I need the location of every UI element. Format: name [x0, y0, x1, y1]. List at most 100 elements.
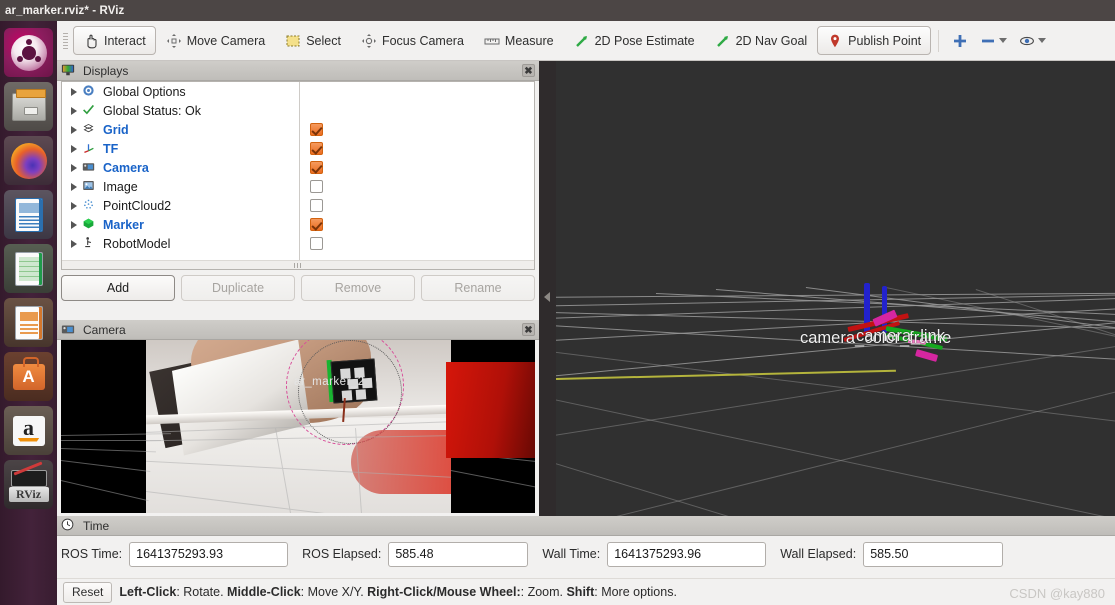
display-item-camera[interactable]: Camera [62, 158, 299, 177]
tool-2d-pose-estimate[interactable]: 2D Pose Estimate [564, 26, 705, 55]
launcher-item-firefox[interactable] [4, 136, 53, 185]
displays-monitor-icon [61, 63, 77, 79]
remove-tool-button[interactable] [974, 28, 1013, 54]
grid-enabled-checkbox[interactable] [310, 123, 323, 136]
display-item-global-options[interactable]: Global Options [62, 82, 299, 101]
chevron-down-icon[interactable] [1038, 38, 1047, 43]
marker-cube-icon [82, 217, 98, 233]
launcher-item-software-center[interactable] [4, 352, 53, 401]
ros-time-input[interactable]: 1641375293.93 [129, 541, 289, 567]
rviz-icon: RViz [8, 460, 49, 502]
reset-button[interactable]: Reset [63, 581, 113, 603]
display-label: RobotModel [103, 236, 171, 251]
duplicate-display-button[interactable]: Duplicate [181, 275, 295, 301]
tool-move-camera[interactable]: Move Camera [156, 26, 276, 55]
nav-goal-arrow-icon [715, 33, 731, 49]
expand-triangle-icon[interactable] [71, 125, 77, 134]
display-item-tf[interactable]: TF [62, 139, 299, 158]
close-icon[interactable]: ✖ [522, 64, 535, 77]
camera-enabled-checkbox[interactable] [310, 161, 323, 174]
robot-icon [82, 236, 98, 252]
toolbar-separator [938, 29, 940, 52]
status-hint-text: Left-Click: Rotate. Middle-Click: Move X… [119, 585, 677, 599]
ros-elapsed-input[interactable]: 585.48 [388, 541, 529, 567]
display-item-pointcloud2[interactable]: PointCloud2 [62, 196, 299, 215]
wall-time-input[interactable]: 1641375293.96 [607, 541, 767, 567]
tool-interact[interactable]: Interact [73, 26, 156, 55]
tool-2d-pose-estimate-label: 2D Pose Estimate [594, 33, 695, 48]
tool-select[interactable]: Select [275, 26, 351, 55]
expand-triangle-icon[interactable] [71, 163, 77, 172]
tf-enabled-checkbox[interactable] [310, 142, 323, 155]
presentation-icon [14, 305, 43, 340]
rename-display-button[interactable]: Rename [421, 275, 535, 301]
tool-publish-point-label: Publish Point [848, 33, 922, 48]
clock-icon [61, 518, 77, 534]
expand-triangle-icon[interactable] [71, 239, 77, 248]
minus-icon [980, 33, 996, 49]
display-label: Global Status: Ok [103, 103, 201, 118]
launcher-item-libreoffice-impress[interactable] [4, 298, 53, 347]
display-label: Marker [103, 217, 144, 232]
add-display-button[interactable]: Add [61, 275, 175, 301]
image-enabled-checkbox[interactable] [310, 180, 323, 193]
display-label: TF [103, 141, 119, 156]
checkbox-row-tf[interactable] [300, 139, 420, 158]
status-bar: Reset Left-Click: Rotate. Middle-Click: … [57, 578, 1115, 605]
checkbox-row-camera[interactable] [300, 158, 420, 177]
launcher-item-files[interactable] [4, 82, 53, 131]
tool-select-label: Select [306, 33, 341, 48]
amazon-icon: a [12, 415, 45, 446]
add-tool-button[interactable] [946, 28, 974, 54]
visibility-button[interactable] [1013, 28, 1052, 54]
tool-move-camera-label: Move Camera [186, 33, 266, 48]
marker-enabled-checkbox[interactable] [310, 218, 323, 231]
tool-2d-nav-goal[interactable]: 2D Nav Goal [705, 26, 818, 55]
tool-focus-camera[interactable]: Focus Camera [351, 26, 474, 55]
launcher-item-ubuntu-dash[interactable] [4, 28, 53, 77]
pointcloud2-enabled-checkbox[interactable] [310, 199, 323, 212]
displays-tree[interactable]: Global Options Global Status: Ok Grid TF… [61, 81, 535, 270]
camera-panel-title: Camera [83, 322, 126, 337]
expand-triangle-icon[interactable] [71, 87, 77, 96]
checkbox-row-grid[interactable] [300, 120, 420, 139]
display-item-marker[interactable]: Marker [62, 215, 299, 234]
launcher-item-libreoffice-writer[interactable] [4, 190, 53, 239]
expand-triangle-icon[interactable] [71, 220, 77, 229]
toolbar-grip[interactable] [63, 32, 68, 49]
grid-icon [82, 122, 98, 138]
checkbox-row-pointcloud2[interactable] [300, 196, 420, 215]
hint-right-click: Right-Click/Mouse Wheel: [367, 585, 521, 599]
display-item-global-status[interactable]: Global Status: Ok [62, 101, 299, 120]
launcher-item-rviz[interactable]: RViz [4, 460, 53, 509]
wall-elapsed-input[interactable]: 585.50 [863, 541, 1004, 567]
robotmodel-enabled-checkbox[interactable] [310, 237, 323, 250]
close-icon[interactable]: ✖ [522, 323, 535, 336]
move-camera-icon [166, 33, 182, 49]
expand-triangle-icon[interactable] [71, 144, 77, 153]
checkbox-row-image[interactable] [300, 177, 420, 196]
checkbox-row-robotmodel[interactable] [300, 234, 420, 253]
display-item-robotmodel[interactable]: RobotModel [62, 234, 299, 253]
display-item-image[interactable]: Image [62, 177, 299, 196]
launcher-item-amazon[interactable]: a [4, 406, 53, 455]
checkbox-row-global-status [300, 101, 420, 120]
display-item-grid[interactable]: Grid [62, 120, 299, 139]
render-view-3d[interactable]: camera_color_frame camera_link [556, 61, 1115, 516]
checkbox-row-marker[interactable] [300, 215, 420, 234]
expand-triangle-icon[interactable] [71, 182, 77, 191]
select-rect-icon [285, 33, 301, 49]
camera-view[interactable]: ar_marker_2 [61, 340, 535, 513]
launcher-item-libreoffice-calc[interactable] [4, 244, 53, 293]
tool-publish-point[interactable]: Publish Point [817, 26, 932, 55]
remove-display-button[interactable]: Remove [301, 275, 415, 301]
displays-horizontal-scrollbar[interactable] [62, 260, 534, 269]
expand-triangle-icon[interactable] [71, 106, 77, 115]
tool-measure[interactable]: Measure [474, 26, 564, 55]
dock-collapse-arrow[interactable] [541, 290, 553, 304]
hint-rotate: : Rotate. [176, 585, 228, 599]
file-cabinet-icon [11, 88, 46, 121]
chevron-down-icon[interactable] [999, 38, 1008, 43]
time-panel: Time ROS Time: 1641375293.93 ROS Elapsed… [57, 516, 1115, 578]
expand-triangle-icon[interactable] [71, 201, 77, 210]
